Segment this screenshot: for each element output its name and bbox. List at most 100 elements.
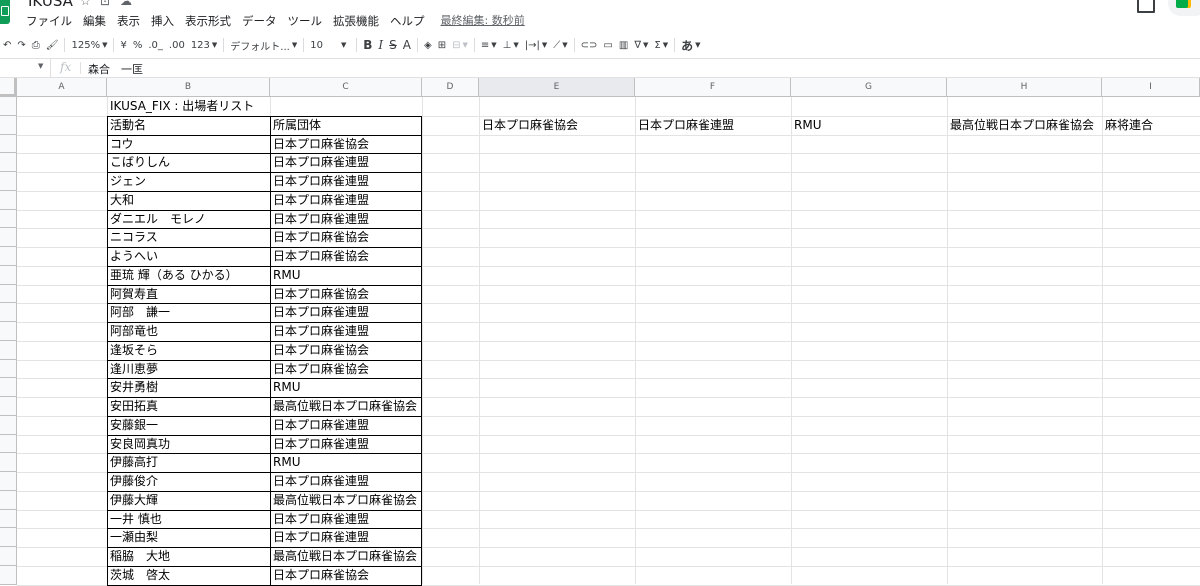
- borders-icon[interactable]: ⊞: [435, 34, 449, 56]
- menu-file[interactable]: ファイル: [26, 12, 72, 30]
- cell-activity-name[interactable]: 大和: [107, 191, 134, 209]
- row-header[interactable]: [0, 509, 17, 529]
- meet-icon[interactable]: [1168, 0, 1200, 16]
- row-header[interactable]: [0, 415, 17, 435]
- menu-format[interactable]: 表示形式: [185, 12, 231, 30]
- font-size-select[interactable]: 10 ▼: [307, 34, 353, 56]
- cell-organization[interactable]: 日本プロ麻雀連盟: [270, 472, 369, 490]
- cell-organization[interactable]: 日本プロ麻雀連盟: [270, 210, 369, 228]
- cell-activity-name[interactable]: コウ: [107, 135, 134, 153]
- row-header[interactable]: [0, 378, 17, 397]
- formula-input[interactable]: 森合 一匡: [88, 61, 143, 77]
- cell-organization[interactable]: 日本プロ麻雀協会: [270, 135, 369, 153]
- insert-comment-icon[interactable]: ▭: [600, 34, 615, 56]
- row-header[interactable]: [0, 153, 17, 172]
- cell-activity-name[interactable]: 逢坂そら: [107, 341, 158, 359]
- column-header-d[interactable]: D: [422, 78, 479, 97]
- column-header-g[interactable]: G: [791, 78, 947, 97]
- filter-icon[interactable]: ∇ ▼: [631, 34, 651, 56]
- cell-activity-name[interactable]: 伊藤俊介: [107, 472, 158, 490]
- cell-activity-name[interactable]: 伊藤高打: [107, 453, 158, 471]
- cell-organization[interactable]: 最高位戦日本プロ麻雀協会: [270, 491, 417, 509]
- row-header[interactable]: [0, 453, 17, 472]
- cell-organization[interactable]: 日本プロ麻雀協会: [270, 247, 369, 265]
- row-header[interactable]: [0, 547, 17, 566]
- input-tools-button[interactable]: あ ▼: [678, 34, 703, 56]
- cell-organization[interactable]: 日本プロ麻雀連盟: [270, 322, 369, 340]
- name-box[interactable]: ▼: [0, 59, 51, 77]
- strikethrough-button[interactable]: S: [386, 34, 400, 56]
- cell-activity-name[interactable]: 安良岡真功: [107, 435, 170, 453]
- row-header[interactable]: [0, 303, 17, 322]
- cell-organization[interactable]: 最高位戦日本プロ麻雀協会: [270, 547, 417, 565]
- paint-format-icon[interactable]: 🖌: [43, 34, 62, 56]
- column-header-a[interactable]: A: [17, 78, 107, 97]
- cell-organization[interactable]: 日本プロ麻雀連盟: [270, 528, 369, 546]
- comment-history-icon[interactable]: [1137, 0, 1155, 13]
- cell-organization[interactable]: 日本プロ麻雀協会: [270, 360, 369, 378]
- cell-activity-name[interactable]: 逢川恵夢: [107, 360, 158, 378]
- menu-edit[interactable]: 編集: [83, 12, 106, 30]
- cell-activity-name[interactable]: ダニエル モレノ: [107, 210, 206, 228]
- zoom-select[interactable]: 125% ▼: [68, 34, 110, 56]
- currency-format-button[interactable]: ¥: [117, 34, 129, 56]
- sheet-title-cell[interactable]: IKUSA_FIX : 出場者リスト: [107, 97, 254, 115]
- cell-activity-name[interactable]: 稲脇 大地: [107, 547, 170, 565]
- cell-activity-name[interactable]: 安井勇樹: [107, 378, 158, 396]
- cell-organization[interactable]: 日本プロ麻雀協会: [270, 228, 369, 246]
- cell-organization[interactable]: 日本プロ麻雀連盟: [270, 435, 369, 453]
- org-cell[interactable]: 最高位戦日本プロ麻雀協会: [947, 116, 1094, 134]
- horizontal-align-icon[interactable]: ≡ ▼: [478, 34, 500, 56]
- cell-organization[interactable]: 日本プロ麻雀連盟: [270, 191, 369, 209]
- menu-help[interactable]: ヘルプ: [390, 12, 425, 30]
- insert-link-icon[interactable]: ⊂⊃: [578, 34, 601, 56]
- row-header[interactable]: [0, 134, 17, 154]
- cell-organization[interactable]: 日本プロ麻雀連盟: [270, 416, 369, 434]
- column-header-i[interactable]: I: [1102, 78, 1200, 97]
- star-icon[interactable]: ☆: [80, 0, 91, 10]
- menu-tools[interactable]: ツール: [288, 12, 323, 30]
- org-cell[interactable]: 麻将連合: [1102, 116, 1153, 134]
- cloud-status-icon[interactable]: ☁: [120, 0, 132, 10]
- sheets-logo-icon[interactable]: [0, 0, 10, 24]
- row-header[interactable]: [0, 322, 17, 341]
- text-wrap-icon[interactable]: |→| ▼: [522, 34, 551, 56]
- row-header[interactable]: [0, 397, 17, 416]
- cell-activity-name[interactable]: 亜琉 輝（ある ひかる）: [107, 266, 238, 284]
- menu-view[interactable]: 表示: [117, 12, 140, 30]
- row-header[interactable]: [0, 565, 17, 585]
- cell-activity-name[interactable]: 一瀬由梨: [107, 528, 158, 546]
- redo-icon[interactable]: ↷: [14, 34, 28, 56]
- functions-icon[interactable]: Σ ▼: [651, 34, 671, 56]
- cell-organization[interactable]: 日本プロ麻雀協会: [270, 566, 369, 584]
- row-header[interactable]: [0, 247, 17, 266]
- cell-organization[interactable]: 日本プロ麻雀協会: [270, 285, 369, 303]
- undo-icon[interactable]: ↶: [0, 34, 14, 56]
- cell-organization[interactable]: 日本プロ麻雀連盟: [270, 172, 369, 190]
- vertical-align-icon[interactable]: ⊥ ▼: [500, 34, 522, 56]
- cell-activity-name[interactable]: ようへい: [107, 247, 158, 265]
- cell-activity-name[interactable]: 一井 慎也: [107, 510, 162, 528]
- column-header-e[interactable]: E: [479, 78, 635, 97]
- font-select[interactable]: デフォルト... ▼: [227, 34, 300, 56]
- percent-format-button[interactable]: %: [130, 34, 146, 56]
- move-folder-icon[interactable]: ⊡: [100, 0, 110, 10]
- column-header-c[interactable]: C: [270, 78, 422, 97]
- cell-activity-name[interactable]: 阿部 謙一: [107, 303, 170, 321]
- merge-cells-icon[interactable]: ⊟ ▼: [449, 34, 471, 56]
- row-header[interactable]: [0, 340, 17, 360]
- cell-organization[interactable]: 日本プロ麻雀連盟: [270, 153, 369, 171]
- cell-activity-name[interactable]: 茨城 啓太: [107, 566, 170, 584]
- row-header[interactable]: [0, 359, 17, 379]
- cell-activity-name[interactable]: ジェン: [107, 172, 146, 190]
- cell-organization[interactable]: RMU: [270, 378, 300, 396]
- row-header[interactable]: [0, 284, 17, 304]
- select-all-corner[interactable]: [0, 78, 17, 97]
- menu-extensions[interactable]: 拡張機能: [333, 12, 379, 30]
- document-title[interactable]: IKUSA: [28, 0, 73, 10]
- cell-organization[interactable]: 日本プロ麻雀連盟: [270, 303, 369, 321]
- menu-data[interactable]: データ: [242, 12, 277, 30]
- cell-activity-name[interactable]: 伊藤大輝: [107, 491, 158, 509]
- menu-insert[interactable]: 挿入: [151, 12, 174, 30]
- print-icon[interactable]: ⎙: [29, 34, 43, 56]
